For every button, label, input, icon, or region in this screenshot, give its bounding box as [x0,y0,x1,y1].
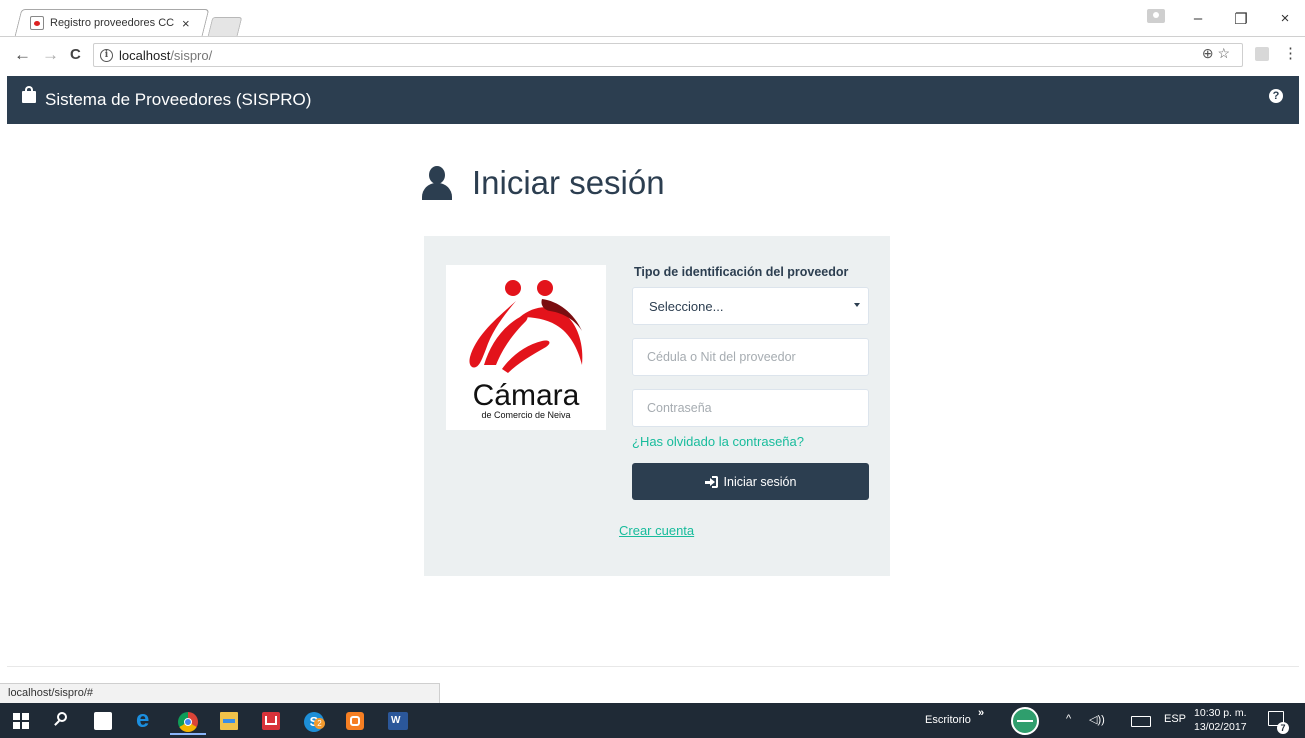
xampp-icon[interactable] [346,712,364,730]
forgot-password-link[interactable]: ¿Has olvidado la contraseña? [632,434,804,449]
chrome-icon[interactable] [178,712,198,732]
login-button[interactable]: Iniciar sesión [632,463,869,500]
logo-subtitle: de Comercio de Neiva [481,410,571,420]
logo-graphic-icon [469,280,583,373]
profile-icon[interactable] [1147,9,1165,23]
logo-name: Cámara [472,379,580,412]
browser-tab-strip: Registro proveedores CC × – ❐ × [0,0,1305,36]
zoom-and-bookmark-icons[interactable]: ⊕ ☆ [1202,45,1230,62]
password-input[interactable] [632,389,869,427]
new-tab-button[interactable] [207,17,243,36]
volume-icon[interactable]: ◁)) [1089,713,1105,726]
app-navbar: Sistema de Proveedores (SISPRO) ? [7,76,1299,124]
info-icon[interactable]: i [100,48,113,62]
login-button-label: Iniciar sesión [723,474,797,489]
skype-badge: 2 [314,718,325,729]
browser-menu-icon[interactable]: ⋮ [1283,44,1298,62]
window-close-button[interactable]: × [1275,10,1295,27]
language-indicator[interactable]: ESP [1164,713,1186,725]
create-account-link[interactable]: Crear cuenta [619,523,694,538]
id-type-label: Tipo de identificación del proveedor [634,265,849,279]
clock[interactable]: 10:30 p. m. 13/02/2017 [1194,706,1247,734]
windows-start-icon[interactable] [12,712,30,730]
footer-divider [7,666,1299,667]
browser-tab-content[interactable]: Registro proveedores CC × [30,13,200,33]
site-favicon-icon [30,16,44,30]
file-explorer-icon[interactable] [220,712,238,730]
caret-down-icon [854,303,860,307]
status-url-bubble: localhost/sispro/# [0,683,440,703]
extension-icon[interactable] [1255,47,1269,61]
help-icon[interactable]: ? [1269,89,1283,103]
tab-close-icon[interactable]: × [182,16,190,31]
url-field[interactable]: i localhost/sispro/ ⊕ ☆ [93,43,1243,67]
page-header: Iniciar sesión [420,164,665,202]
navbar-brand[interactable]: Sistema de Proveedores (SISPRO) [45,90,311,110]
clock-date: 13/02/2017 [1194,721,1247,733]
lock-icon [22,86,36,103]
login-card: Cámara de Comercio de Neiva Tipo de iden… [424,236,890,576]
tab-title: Registro proveedores CC [50,17,175,29]
url-host: localhost [119,47,171,63]
activity-monitor-icon[interactable] [1011,707,1039,735]
user-icon [420,166,454,200]
reload-icon[interactable]: C [70,46,81,63]
active-app-indicator [170,733,206,735]
notification-count: 7 [1277,722,1289,734]
page-title: Iniciar sesión [472,164,665,201]
back-arrow-icon[interactable]: ← [14,45,31,65]
keyboard-icon[interactable] [1131,716,1151,727]
forward-arrow-icon[interactable]: → [42,45,59,65]
id-type-select[interactable]: Seleccione... [632,287,869,325]
sign-in-icon [704,475,718,488]
search-icon[interactable] [53,712,71,730]
camara-comercio-logo: Cámara de Comercio de Neiva [446,265,606,430]
mail-icon[interactable] [262,712,280,730]
url-path: /sispro/ [170,47,213,63]
minimize-button[interactable]: – [1188,10,1208,27]
word-icon[interactable]: W [388,712,408,730]
toolbar-overflow-icon[interactable]: » [978,707,984,719]
desktop-toolbar-label[interactable]: Escritorio [925,714,971,726]
id-number-input[interactable] [632,338,869,376]
store-icon[interactable] [94,712,112,730]
id-type-selected-value: Seleccione... [649,298,724,314]
edge-icon[interactable]: e [136,706,158,734]
clock-time: 10:30 p. m. [1194,707,1247,719]
restore-button[interactable]: ❐ [1231,10,1251,28]
tray-chevron-icon[interactable]: ^ [1066,713,1071,725]
